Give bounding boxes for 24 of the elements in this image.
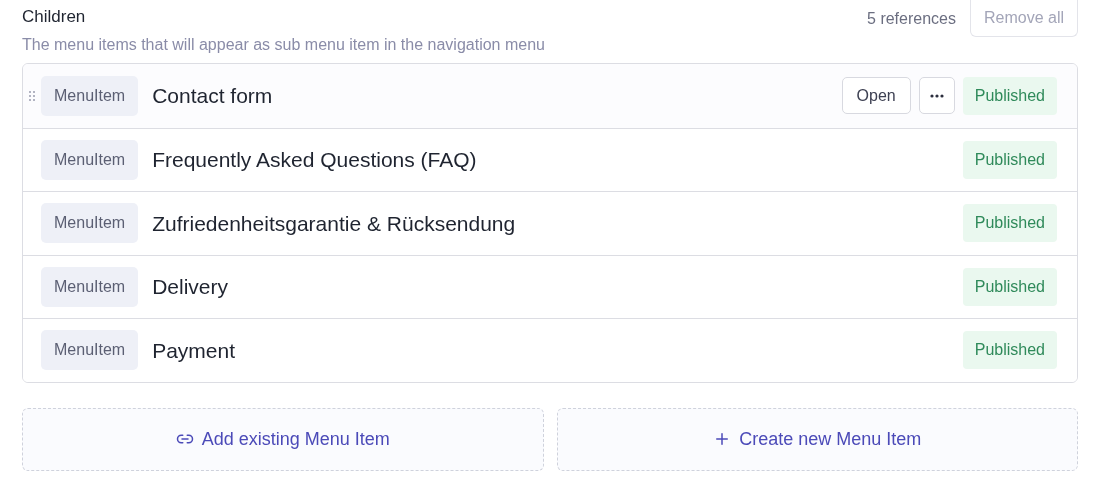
- item-title: Delivery: [152, 274, 229, 300]
- item-title: Payment: [152, 337, 236, 364]
- status-badge: Published: [962, 204, 1057, 243]
- type-tag: MenuItem: [41, 203, 139, 244]
- item-title: Zufriedenheitsgarantie & Rücksendung: [152, 210, 517, 237]
- field-label: Children: [22, 6, 87, 28]
- status-badge: Published: [962, 331, 1057, 370]
- add-existing-button[interactable]: Add existing Menu Item: [22, 407, 544, 471]
- type-tag: MenuItem: [41, 330, 139, 371]
- reference-count: 5 references: [867, 8, 956, 29]
- more-icon: [929, 93, 944, 98]
- item-title: Frequently Asked Questions (FAQ): [152, 147, 478, 173]
- create-new-button[interactable]: Create new Menu Item: [556, 407, 1078, 471]
- item-title: Contact form: [152, 83, 274, 109]
- status-badge: Published: [962, 267, 1057, 306]
- more-button[interactable]: [918, 77, 955, 115]
- field-description: The menu items that will appear as sub menu item in the navigation menu: [22, 35, 545, 55]
- type-tag: MenuItem: [41, 75, 139, 116]
- drag-handle-icon[interactable]: [29, 90, 35, 101]
- type-tag: MenuItem: [41, 139, 139, 180]
- open-button[interactable]: Open: [841, 77, 911, 115]
- status-badge: Published: [962, 76, 1057, 115]
- type-tag: MenuItem: [41, 266, 139, 307]
- status-badge: Published: [962, 140, 1057, 179]
